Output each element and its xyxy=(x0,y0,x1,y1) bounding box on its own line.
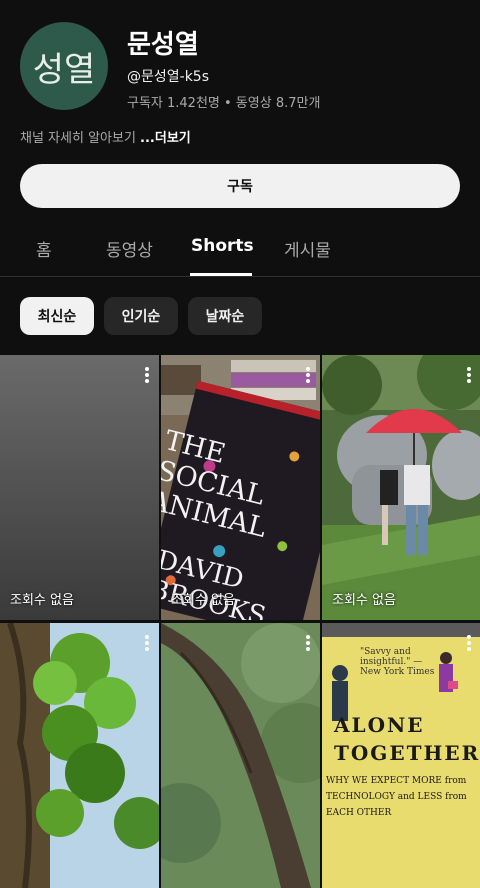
short-thumbnail[interactable]: "Savvy and insightful." —New York Times … xyxy=(322,623,480,888)
short-thumbnail[interactable] xyxy=(161,623,320,888)
more-link[interactable]: ...더보기 xyxy=(140,131,191,146)
channel-tabs: 홈 동영상 Shorts 게시물 xyxy=(0,224,480,277)
channel-avatar[interactable]: 성열 xyxy=(20,22,108,110)
chip-by-date[interactable]: 날짜순 xyxy=(188,297,262,335)
tab-shorts[interactable]: Shorts xyxy=(191,236,254,256)
description-text: 채널 자세히 알아보기 xyxy=(20,131,136,146)
more-options-icon[interactable] xyxy=(467,635,471,651)
more-options-icon[interactable] xyxy=(306,635,310,651)
channel-header: 성열 문성열 @문성열-k5s 구독자 1.42천명 • 동영상 8.7만개 채… xyxy=(0,0,480,160)
chip-popular[interactable]: 인기순 xyxy=(104,297,178,335)
tab-home[interactable]: 홈 xyxy=(36,236,52,261)
vines-photo-image xyxy=(0,623,159,888)
channel-name: 문성열 xyxy=(127,30,199,60)
active-tab-indicator xyxy=(190,273,252,276)
subscribe-button[interactable]: 구독 xyxy=(20,164,460,208)
view-count: 조회수 없음 xyxy=(10,593,74,608)
chip-latest[interactable]: 최신순 xyxy=(20,297,94,335)
channel-description[interactable]: 채널 자세히 알아보기 ...더보기 xyxy=(20,127,191,146)
tree-trunk-photo-image xyxy=(161,623,320,888)
channel-handle: @문성열-k5s xyxy=(127,69,210,85)
more-options-icon[interactable] xyxy=(145,367,149,383)
short-thumbnail[interactable]: 조회수 없음 xyxy=(322,355,480,620)
more-options-icon[interactable] xyxy=(306,367,310,383)
tab-videos[interactable]: 동영상 xyxy=(106,236,153,261)
short-thumbnail[interactable]: THE SOCIAL ANIMAL DAVID BROOKS 조회수 없음 xyxy=(161,355,320,620)
more-options-icon[interactable] xyxy=(145,635,149,651)
channel-stats: 구독자 1.42천명 • 동영상 8.7만개 xyxy=(127,96,321,111)
more-options-icon[interactable] xyxy=(467,367,471,383)
short-thumbnail[interactable]: 조회수 없음 xyxy=(0,355,159,620)
park-photo-image xyxy=(322,355,480,620)
book-title-text: ALONE TOGETHER xyxy=(334,713,480,765)
short-thumbnail[interactable] xyxy=(0,623,159,888)
view-count: 조회수 없음 xyxy=(171,593,235,608)
view-count: 조회수 없음 xyxy=(332,593,396,608)
shorts-grid: 조회수 없음 THE SOCIAL ANIMAL DAVID BROOKS 조회… xyxy=(0,355,480,888)
book-subtitle-text: WHY WE EXPECT MORE from TECHNOLOGY and L… xyxy=(326,776,467,818)
tab-posts[interactable]: 게시물 xyxy=(284,236,331,261)
book-quote-text: "Savvy and insightful." —New York Times xyxy=(360,647,435,677)
